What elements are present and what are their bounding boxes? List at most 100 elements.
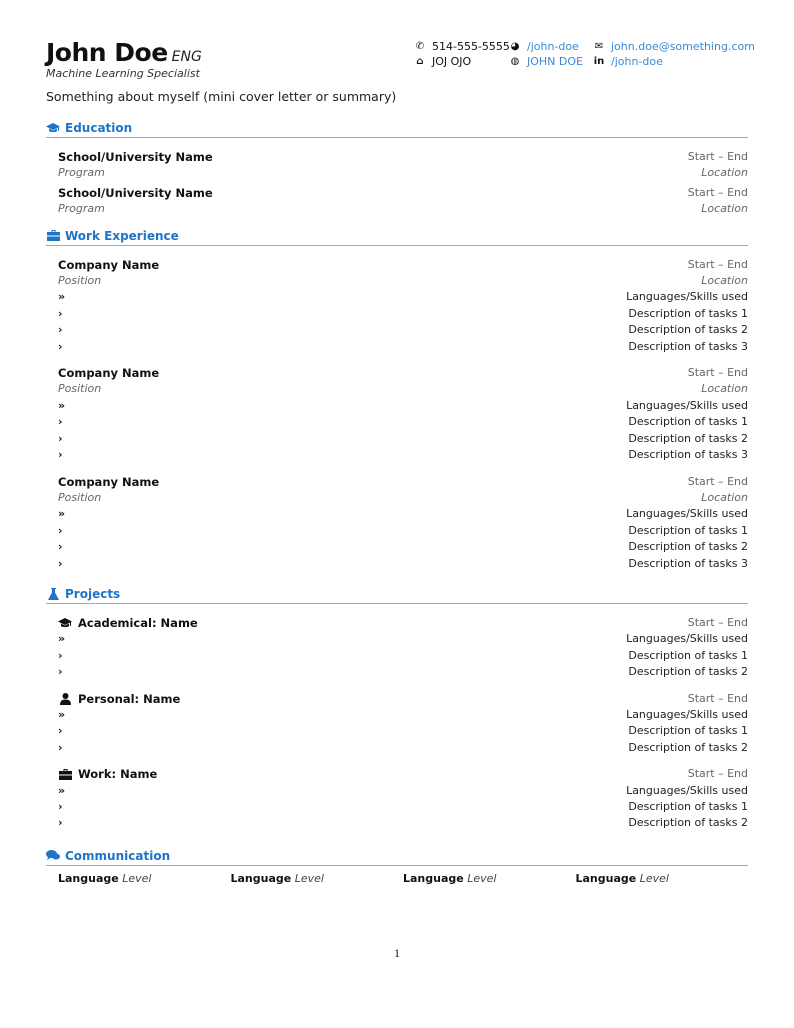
language-item: Language Level bbox=[576, 872, 749, 885]
school-name: School/University Name bbox=[58, 185, 213, 200]
briefcase-icon bbox=[46, 230, 60, 242]
contact-item[interactable]: ◕ /john-doe bbox=[508, 39, 579, 54]
education-section-title: Education bbox=[65, 121, 133, 135]
communication-section-header: Communication bbox=[46, 847, 748, 866]
page-number: 1 bbox=[394, 946, 400, 960]
project-entries: Academical: Name Start – End » Languages/Sk… bbox=[46, 615, 748, 832]
dates: Start – End bbox=[687, 474, 748, 488]
chevron-icon: › bbox=[58, 800, 63, 813]
chevron-icon: › bbox=[58, 523, 63, 537]
phone-icon: ✆ bbox=[415, 41, 425, 52]
task-item-text: Description of tasks 1 bbox=[628, 724, 748, 738]
skills-item: » Languages/Skills used bbox=[58, 783, 748, 799]
task-item-text: Description of tasks 1 bbox=[628, 800, 748, 813]
work-entries: Company Name Start – End Position Location»… bbox=[46, 257, 748, 572]
chevron-icon: › bbox=[58, 323, 63, 337]
resume-body: Education School/University Name Start – E… bbox=[46, 119, 748, 894]
entry-line: Company Name Start – End bbox=[58, 257, 748, 273]
entry-line: Position Location bbox=[58, 490, 748, 506]
contact-text[interactable]: /john-doe bbox=[527, 39, 579, 54]
task-item: › Description of tasks 2 bbox=[58, 322, 748, 338]
envelope-icon: ✉ bbox=[594, 41, 604, 52]
skills-item-text: Languages/Skills used bbox=[626, 290, 748, 304]
chevron-icon: › bbox=[58, 431, 63, 445]
entry-line: School/University Name Start – End bbox=[58, 185, 748, 201]
name: John Doe bbox=[46, 38, 168, 67]
company-name: Company Name bbox=[58, 257, 160, 272]
project-name: Personal: Name bbox=[78, 691, 181, 706]
globe-icon: ◍ bbox=[510, 56, 520, 67]
chevron-icon: › bbox=[58, 306, 63, 320]
chevron-icon: › bbox=[58, 816, 63, 830]
education-entries: School/University Name Start – End Program… bbox=[46, 149, 748, 218]
chevron-icon: › bbox=[58, 540, 63, 554]
contact-item[interactable]: ◍ JOHN DOE bbox=[508, 54, 583, 69]
education-entry: School/University Name Start – End Program… bbox=[58, 185, 748, 218]
contact-text[interactable]: /john-doe bbox=[611, 54, 663, 69]
contact-item[interactable]: in/john-doe bbox=[592, 54, 663, 69]
entry-line: Position Location bbox=[58, 381, 748, 397]
entry-line: Work: Name Start – End bbox=[58, 766, 748, 782]
projects-section-title: Projects bbox=[65, 586, 121, 601]
chevron-icon: » bbox=[58, 707, 66, 721]
language-level: Level bbox=[122, 871, 152, 885]
skills-item-text: Languages/Skills used bbox=[626, 783, 748, 797]
user-icon bbox=[58, 692, 72, 705]
skills-item: » Languages/Skills used bbox=[58, 289, 748, 305]
job-title: Machine Learning Specialist bbox=[46, 67, 200, 80]
work-section-header: Work Experience bbox=[46, 227, 748, 246]
task-item-text: Description of tasks 2 bbox=[628, 816, 748, 830]
task-item: › Description of tasks 2 bbox=[58, 431, 748, 447]
communication-section: Communication Language Level Language Leve… bbox=[46, 847, 748, 885]
skills-item-text: Languages/Skills used bbox=[626, 398, 748, 412]
task-item-text: Description of tasks 3 bbox=[628, 339, 748, 353]
task-item: › Description of tasks 2 bbox=[58, 664, 748, 680]
contact-item[interactable]: ✉ john.doe@something.com bbox=[592, 39, 755, 54]
summary: Something about myself (mini cover lette… bbox=[46, 89, 397, 104]
chevron-icon: › bbox=[58, 339, 63, 353]
task-item: › Description of tasks 2 bbox=[58, 740, 748, 756]
project-entry: Work: Name Start – End » Languages/Skills u… bbox=[58, 766, 748, 832]
chevron-icon: › bbox=[58, 665, 63, 679]
language-name: Language bbox=[403, 871, 464, 885]
task-item-text: Description of tasks 1 bbox=[628, 648, 748, 662]
projects-section-header: Projects bbox=[46, 585, 748, 604]
work-entry: Company Name Start – End Position Location»… bbox=[58, 474, 748, 572]
company-name: Company Name bbox=[58, 474, 160, 489]
task-item-text: Description of tasks 3 bbox=[628, 448, 748, 462]
contact-item: ⌂ JOJ OJO bbox=[413, 54, 471, 69]
graduation-cap-icon bbox=[46, 122, 60, 134]
language-level: Level bbox=[467, 871, 497, 885]
task-item: › Description of tasks 2 bbox=[58, 539, 748, 555]
task-item-text: Description of tasks 1 bbox=[628, 306, 748, 320]
contact-text[interactable]: JOHN DOE bbox=[527, 54, 583, 69]
chevron-icon: » bbox=[58, 398, 66, 412]
location: Location bbox=[701, 166, 748, 180]
project-name: Work: Name bbox=[78, 767, 158, 782]
task-item: › Description of tasks 1 bbox=[58, 414, 748, 430]
entry-line: School/University Name Start – End bbox=[58, 149, 748, 165]
language-item: Language Level bbox=[58, 872, 231, 885]
location: Location bbox=[701, 274, 748, 288]
language-name: Language bbox=[58, 871, 119, 885]
task-item: › Description of tasks 3 bbox=[58, 447, 748, 463]
task-item-text: Description of tasks 1 bbox=[628, 523, 748, 537]
briefcase-icon bbox=[58, 768, 72, 780]
position: Position bbox=[58, 490, 102, 504]
skills-item-text: Languages/Skills used bbox=[626, 632, 748, 646]
work-entry: Company Name Start – End Position Location»… bbox=[58, 257, 748, 355]
flask-icon bbox=[46, 587, 60, 600]
contact-text[interactable]: john.doe@something.com bbox=[611, 39, 755, 54]
dates: Start – End bbox=[687, 185, 748, 199]
work-section-title: Work Experience bbox=[65, 228, 179, 243]
project-entry: Academical: Name Start – End » Languages/Sk… bbox=[58, 615, 748, 681]
contact-text: 514-555-5555 bbox=[432, 40, 510, 53]
school-name: School/University Name bbox=[58, 150, 213, 164]
language-level: Level bbox=[639, 871, 669, 885]
location: Location bbox=[701, 202, 748, 216]
entry-line: Program Location bbox=[58, 201, 748, 217]
dates: Start – End bbox=[687, 691, 748, 705]
skills-item-text: Languages/Skills used bbox=[626, 507, 748, 521]
entry-line: Position Location bbox=[58, 273, 748, 289]
dates: Start – End bbox=[687, 615, 748, 629]
